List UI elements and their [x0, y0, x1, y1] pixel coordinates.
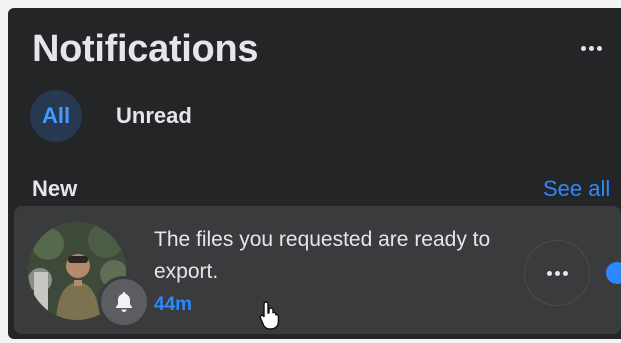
notifications-panel: Notifications All Unread New See all The…: [8, 8, 621, 339]
hand-cursor-icon: [259, 301, 280, 330]
more-options-button[interactable]: [573, 36, 609, 60]
see-all-link[interactable]: See all: [543, 176, 610, 202]
filter-tabs: All Unread: [30, 90, 216, 142]
notification-options-button[interactable]: [524, 240, 590, 306]
bell-badge: [98, 276, 150, 328]
ellipsis-icon: [546, 270, 568, 276]
page-title: Notifications: [32, 28, 259, 70]
notification-item[interactable]: The files you requested are ready to exp…: [14, 206, 621, 334]
ellipsis-icon: [580, 45, 602, 51]
notification-time: 44m: [154, 294, 193, 315]
tab-unread[interactable]: Unread: [92, 90, 216, 142]
notification-text: The files you requested are ready to exp…: [154, 228, 491, 283]
bell-icon: [116, 292, 132, 312]
tab-all[interactable]: All: [30, 90, 82, 142]
unread-indicator: [606, 262, 621, 284]
section-title-new: New: [32, 176, 78, 201]
